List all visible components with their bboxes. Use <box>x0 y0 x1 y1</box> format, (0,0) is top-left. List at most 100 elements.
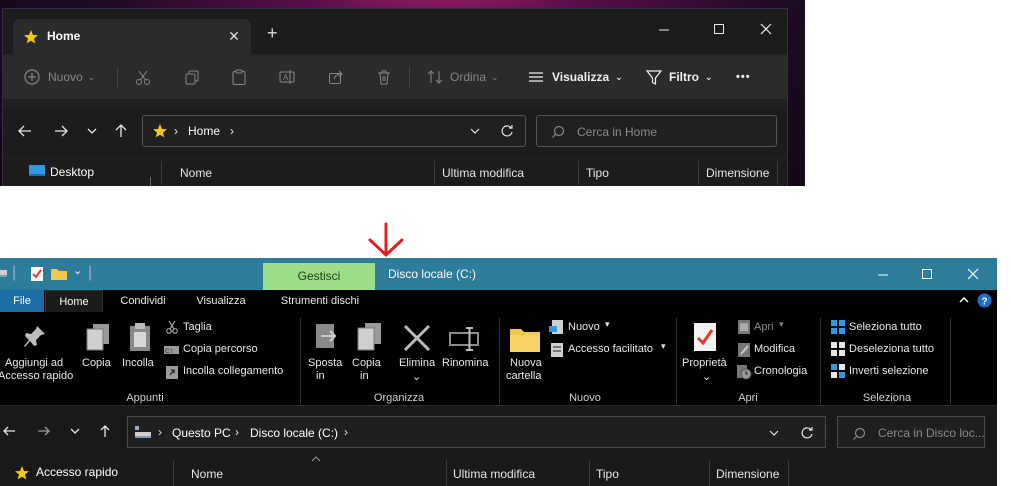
sidebar-item-quick-access[interactable]: Accesso rapido <box>36 465 118 479</box>
search-input[interactable]: Cerca in Disco loc... <box>837 416 985 448</box>
new-folder-quick-access-icon[interactable] <box>51 267 67 280</box>
minimize-button[interactable] <box>651 17 677 41</box>
search-placeholder: Cerca in Home <box>577 125 658 139</box>
invert-selection-button[interactable]: Inverti selezione <box>849 365 929 377</box>
customize-quick-access-chevron-icon[interactable]: ⌄ <box>73 264 82 277</box>
chevron-down-icon[interactable]: ▾ <box>661 341 666 352</box>
delete-button[interactable]: Elimina <box>399 357 435 369</box>
history-button[interactable]: Cronologia <box>754 365 807 377</box>
recent-locations-chevron-icon[interactable] <box>69 425 81 437</box>
chevron-down-icon: ⌄ <box>705 71 713 82</box>
new-button[interactable]: Nuovo ⌄ <box>23 55 95 99</box>
address-dropdown-chevron-icon[interactable] <box>768 427 780 439</box>
column-header-modified[interactable]: Ultima modifica <box>453 467 535 481</box>
address-dropdown-chevron-icon[interactable] <box>469 125 481 137</box>
pin-quick-access-button[interactable]: Aggiungi ad <box>5 357 63 369</box>
column-header-type[interactable]: Tipo <box>596 467 619 481</box>
tab-condividi[interactable]: Condividi <box>108 290 178 312</box>
maximize-button[interactable] <box>914 262 940 286</box>
share-button[interactable] <box>327 55 345 99</box>
new-tab-button[interactable]: + <box>267 23 278 44</box>
copy-button[interactable]: Copia <box>82 357 111 369</box>
divider <box>434 161 435 185</box>
sort-button[interactable]: Ordina ⌄ <box>426 55 499 99</box>
move-to-button-line2[interactable]: in <box>316 370 325 382</box>
search-placeholder: Cerca in Disco loc... <box>878 426 985 440</box>
paste-button[interactable]: Incolla <box>122 357 154 369</box>
pin-quick-access-button-line2[interactable]: Accesso rapido <box>0 370 73 382</box>
column-header-modified[interactable]: Ultima modifica <box>442 166 524 180</box>
minimize-button[interactable] <box>870 262 896 286</box>
title-bar: | ⌄ | Gestisci Disco locale (C:) <box>0 258 997 290</box>
sidebar-item-desktop[interactable]: Desktop <box>50 165 94 179</box>
contextual-tab-gestisci[interactable]: Gestisci <box>263 263 375 290</box>
tab-file[interactable]: File <box>0 290 44 312</box>
column-header-size[interactable]: Dimensione <box>716 467 779 481</box>
breadcrumb-home[interactable]: Home <box>188 124 220 138</box>
properties-quick-access-icon[interactable] <box>30 266 44 282</box>
more-options-button[interactable]: ••• <box>736 55 751 99</box>
delete-button[interactable] <box>375 55 393 99</box>
edit-button[interactable]: Modifica <box>754 343 795 355</box>
column-header-type[interactable]: Tipo <box>586 166 609 180</box>
navigation-bar: › Home › Cerca in Home <box>3 107 787 157</box>
chevron-down-icon[interactable]: ⌄ <box>702 370 711 383</box>
sidebar-scrollbar[interactable] <box>150 177 151 186</box>
copy-to-button[interactable]: Copia <box>352 357 381 369</box>
rename-button[interactable]: Rinomina <box>442 357 488 369</box>
maximize-button[interactable] <box>706 17 732 41</box>
tab-home[interactable]: Home ✕ <box>13 19 251 55</box>
copy-button[interactable] <box>183 55 201 99</box>
paste-shortcut-button[interactable]: Incolla collegamento <box>183 365 283 377</box>
open-button[interactable]: Apri <box>754 321 774 333</box>
column-header-row: Accesso rapido Nome Ultima modifica Tipo… <box>0 456 997 486</box>
move-to-button[interactable]: Sposta <box>308 357 342 369</box>
breadcrumb-this-pc[interactable]: Questo PC <box>172 426 231 440</box>
close-window-button[interactable] <box>753 17 779 41</box>
recent-locations-chevron-icon[interactable] <box>85 124 99 138</box>
tab-visualizza[interactable]: Visualizza <box>184 290 258 312</box>
cut-button[interactable]: Taglia <box>183 321 212 333</box>
rename-icon <box>448 324 482 352</box>
up-arrow-icon[interactable] <box>98 424 112 438</box>
new-folder-button[interactable]: Nuova <box>510 357 542 369</box>
refresh-icon[interactable] <box>500 124 514 138</box>
easy-access-button[interactable]: Accesso facilitato <box>568 343 653 355</box>
collapse-ribbon-chevron-icon[interactable] <box>958 294 970 306</box>
close-window-button[interactable] <box>960 262 986 286</box>
cut-button[interactable] <box>134 55 152 99</box>
chevron-down-icon[interactable]: ▾ <box>605 319 610 330</box>
divider <box>409 67 410 89</box>
close-tab-icon[interactable]: ✕ <box>225 27 243 45</box>
breadcrumb-local-disk[interactable]: Disco locale (C:) <box>250 426 338 440</box>
forward-arrow-icon[interactable] <box>53 123 69 139</box>
select-all-button[interactable]: Seleziona tutto <box>849 321 922 333</box>
column-header-size[interactable]: Dimensione <box>706 166 769 180</box>
back-arrow-icon[interactable] <box>17 123 33 139</box>
chevron-down-icon[interactable]: ⌄ <box>412 370 421 383</box>
column-header-name[interactable]: Nome <box>180 166 212 180</box>
tab-strumenti-dischi[interactable]: Strumenti dischi <box>266 290 374 312</box>
paste-button[interactable] <box>230 55 248 99</box>
address-bar[interactable]: › Home › <box>142 115 526 147</box>
address-bar[interactable]: › Questo PC › Disco locale (C:) › <box>127 416 826 448</box>
refresh-icon[interactable] <box>800 426 814 440</box>
new-folder-button-line2[interactable]: cartella <box>506 370 541 382</box>
drive-icon <box>0 267 8 279</box>
help-icon[interactable]: ? <box>977 293 992 308</box>
tab-home[interactable]: Home <box>45 290 103 312</box>
search-input[interactable]: Cerca in Home <box>536 115 777 147</box>
back-arrow-icon[interactable] <box>2 424 16 438</box>
new-item-button[interactable]: Nuovo <box>568 321 600 333</box>
up-arrow-icon[interactable] <box>113 123 129 139</box>
copy-to-button-line2[interactable]: in <box>360 370 369 382</box>
forward-arrow-icon[interactable] <box>37 424 51 438</box>
deselect-all-button[interactable]: Deseleziona tutto <box>849 343 934 355</box>
rename-button[interactable]: A <box>278 55 296 99</box>
column-header-name[interactable]: Nome <box>191 467 223 481</box>
properties-button[interactable]: Proprietà <box>682 357 727 369</box>
copy-path-button[interactable]: Copia percorso <box>183 343 258 355</box>
filter-button[interactable]: Filtro ⌄ <box>645 55 713 99</box>
view-button[interactable]: Visualizza ⌄ <box>527 55 623 99</box>
chevron-down-icon[interactable]: ▾ <box>779 319 784 330</box>
